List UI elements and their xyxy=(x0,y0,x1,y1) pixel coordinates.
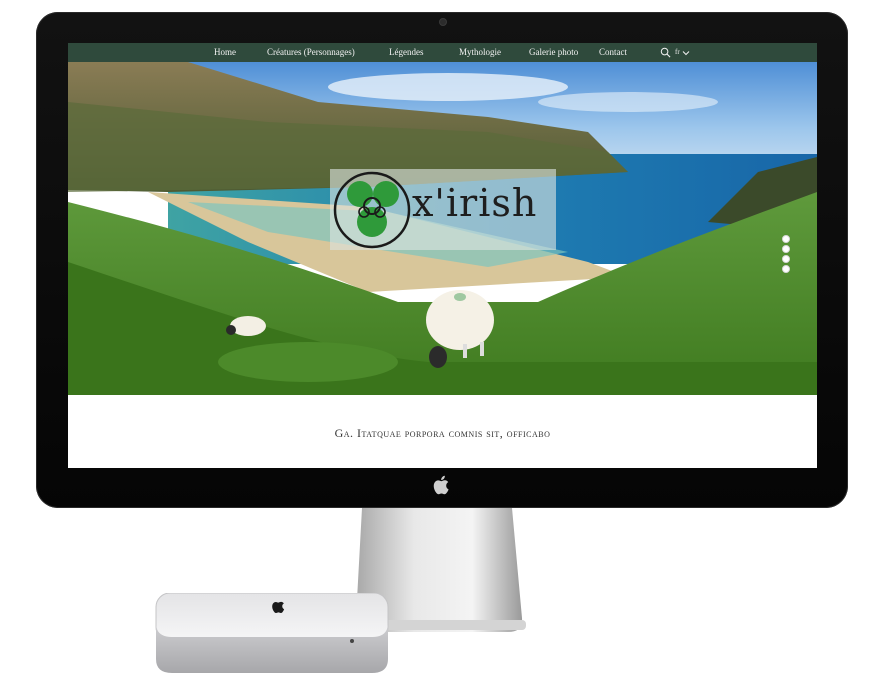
site-logo[interactable]: x'irish xyxy=(330,169,556,250)
nav-item-creatures[interactable]: Créatures (Personnages) xyxy=(267,43,355,62)
search-icon[interactable] xyxy=(660,47,671,58)
language-selector[interactable]: fr xyxy=(675,43,690,62)
webcam xyxy=(439,18,447,26)
chevron-down-icon xyxy=(682,50,690,55)
mac-mini xyxy=(155,593,389,673)
navbar: Home Créatures (Personnages) Légendes My… xyxy=(68,43,817,62)
language-label: fr xyxy=(675,48,680,56)
slider-pagination xyxy=(782,235,790,273)
imac-monitor: Home Créatures (Personnages) Légendes My… xyxy=(36,12,848,508)
nav-item-legendes[interactable]: Légendes xyxy=(389,43,423,62)
nav-item-mythologie[interactable]: Mythologie xyxy=(459,43,501,62)
tagline: Ga. Itatquae porpora comnis sit, officab… xyxy=(334,426,551,440)
nav-item-contact[interactable]: Contact xyxy=(599,43,627,62)
nav-item-home[interactable]: Home xyxy=(214,43,236,62)
slide-dot[interactable] xyxy=(782,265,790,273)
nav-item-galerie-photo[interactable]: Galerie photo xyxy=(529,43,578,62)
hero-banner: x'irish xyxy=(68,62,817,395)
shamrock-triskele-icon xyxy=(333,171,411,249)
website-screen: Home Créatures (Personnages) Légendes My… xyxy=(68,43,817,468)
slide-dot[interactable] xyxy=(782,235,790,243)
apple-logo-icon xyxy=(433,475,449,495)
slide-dot[interactable] xyxy=(782,245,790,253)
slide-dot[interactable] xyxy=(782,255,790,263)
logo-text: x'irish xyxy=(412,181,538,225)
